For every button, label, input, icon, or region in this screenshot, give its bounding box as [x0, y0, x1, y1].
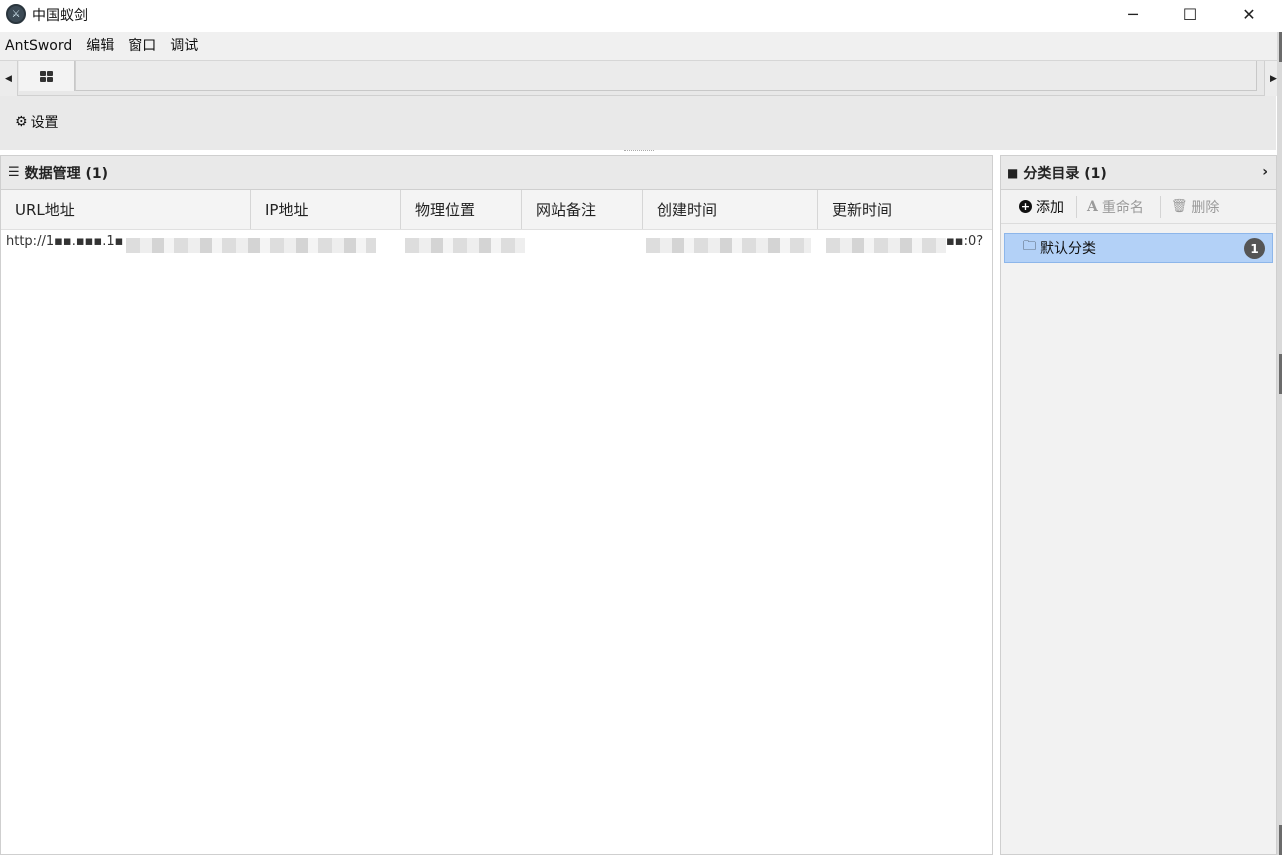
trash-icon: 🗑	[1170, 199, 1188, 214]
rename-category-button[interactable]: A 重命名	[1087, 197, 1144, 217]
redacted-url	[126, 238, 376, 253]
font-icon: A	[1087, 198, 1098, 215]
antsword-logo-icon: ⚔	[6, 4, 26, 24]
column-location[interactable]: 物理位置	[401, 190, 522, 229]
rename-label: 重命名	[1101, 199, 1144, 216]
column-url[interactable]: URL地址	[1, 190, 251, 229]
category-panel: ■ 分类目录 (1) › + 添加 A 重命名 🗑 删除 🗀 默认分类 1	[1000, 155, 1277, 855]
menu-antsword[interactable]: AntSword	[0, 32, 79, 60]
category-toolbar: + 添加 A 重命名 🗑 删除	[1001, 190, 1276, 224]
window-edge	[1277, 32, 1282, 855]
toolbar-divider	[1076, 195, 1077, 218]
tab-home[interactable]	[19, 61, 75, 91]
add-label: 添加	[1036, 199, 1064, 216]
main-toolbar: ⚙ 设置	[0, 96, 1276, 150]
category-panel-title: 分类目录 (1)	[1023, 165, 1107, 182]
table-row[interactable]: http://1▪▪.▪▪▪.1▪ ▪▪:0?	[1, 230, 992, 254]
data-panel-header: ☰ 数据管理 (1)	[1, 156, 992, 190]
settings-label: 设置	[30, 115, 59, 131]
column-note[interactable]: 网站备注	[522, 190, 643, 229]
data-grid-header: URL地址 IP地址 物理位置 网站备注 创建时间 更新时间	[1, 190, 992, 230]
row-updated-tail: ▪▪:0?	[946, 234, 984, 249]
add-category-button[interactable]: + 添加	[1019, 197, 1064, 217]
gear-icon: ⚙	[15, 114, 28, 130]
menu-bar: AntSword 编辑 窗口 调试	[0, 32, 1282, 60]
category-panel-header: ■ 分类目录 (1) ›	[1001, 156, 1276, 190]
horizontal-splitter-handle[interactable]	[624, 150, 654, 152]
column-ip[interactable]: IP地址	[251, 190, 401, 229]
redacted-created	[646, 238, 811, 253]
count-badge: 1	[1244, 238, 1265, 259]
tab-scroll-left-button[interactable]: ◀	[0, 61, 18, 96]
maximize-button[interactable]: ☐	[1161, 0, 1219, 28]
menu-edit[interactable]: 编辑	[79, 32, 121, 60]
folder-outline-icon: 🗀	[1023, 239, 1037, 254]
toolbar-divider	[1159, 195, 1161, 218]
window-title: 中国蚁剑	[32, 8, 88, 24]
delete-label: 删除	[1191, 199, 1220, 216]
row-url: http://1▪▪.▪▪▪.1▪	[6, 234, 124, 249]
grid-icon	[40, 70, 53, 82]
column-updated[interactable]: 更新时间	[818, 190, 992, 229]
settings-button[interactable]: ⚙ 设置	[15, 112, 59, 132]
close-button[interactable]: ✕	[1220, 0, 1278, 28]
folder-icon: ■	[1007, 165, 1019, 180]
tab-strip: ◀ ▶	[0, 60, 1282, 96]
data-management-panel: ☰ 数据管理 (1) URL地址 IP地址 物理位置 网站备注 创建时间 更新时…	[0, 155, 993, 855]
category-item-label: 默认分类	[1040, 241, 1097, 257]
category-item-default[interactable]: 🗀 默认分类 1	[1004, 233, 1273, 263]
menu-debug[interactable]: 调试	[163, 32, 205, 60]
tab-strip-empty	[75, 61, 1257, 91]
delete-category-button[interactable]: 🗑 删除	[1171, 197, 1220, 217]
chevron-right-icon[interactable]: ›	[1262, 164, 1268, 180]
redacted-ip	[405, 238, 525, 253]
menu-window[interactable]: 窗口	[121, 32, 163, 60]
data-panel-title: 数据管理 (1)	[24, 165, 109, 182]
title-bar: ⚔ 中国蚁剑 ─ ☐ ✕	[0, 0, 1282, 32]
column-created[interactable]: 创建时间	[643, 190, 818, 229]
minimize-button[interactable]: ─	[1104, 0, 1162, 28]
plus-circle-icon: +	[1019, 200, 1032, 213]
redacted-updated	[826, 238, 946, 253]
list-icon: ☰	[8, 165, 20, 180]
